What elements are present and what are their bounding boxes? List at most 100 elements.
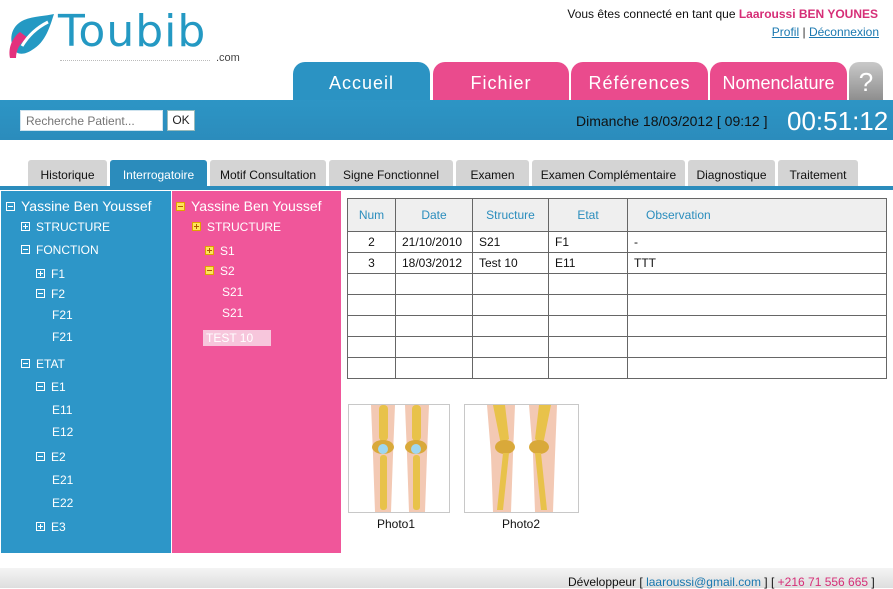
logo-text: Toubib xyxy=(58,6,207,57)
collapse-icon[interactable] xyxy=(36,289,45,299)
col-date[interactable]: Date xyxy=(395,198,473,232)
tree-node-e1[interactable]: E1 xyxy=(36,380,66,394)
tree-leaf-e21[interactable]: E21 xyxy=(52,473,73,487)
col-structure[interactable]: Structure xyxy=(472,198,549,232)
collapse-icon[interactable] xyxy=(36,452,45,462)
tree-panel-structure: Yassine Ben Youssef STRUCTURE S1 S2 S21 … xyxy=(172,191,341,553)
help-button[interactable]: ? xyxy=(849,62,883,100)
cell-observation: - xyxy=(627,231,887,253)
collapse-icon[interactable] xyxy=(6,201,15,211)
connected-prefix: Vous êtes connecté en tant que xyxy=(567,7,736,21)
tree-node-f1[interactable]: F1 xyxy=(36,267,65,281)
sub-tabs-underline xyxy=(0,186,893,190)
cell-num: 3 xyxy=(347,252,396,274)
tab-nomenclature[interactable]: Nomenclature xyxy=(710,62,847,100)
search-ok-button[interactable]: OK xyxy=(167,110,195,131)
cell-etat: E11 xyxy=(548,252,628,274)
expand-icon[interactable] xyxy=(192,222,201,232)
connection-status: Vous êtes connecté en tant que Laaroussi… xyxy=(567,7,878,21)
cell-structure: S21 xyxy=(472,231,549,253)
current-date: Dimanche 18/03/2012 [ 09:12 ] xyxy=(576,113,768,129)
tab-references[interactable]: Références xyxy=(571,62,708,100)
table-row xyxy=(347,336,887,358)
knee-xray-image xyxy=(465,405,578,512)
photo-2-thumbnail[interactable] xyxy=(464,404,579,513)
tree-node-structure[interactable]: STRUCTURE xyxy=(192,220,281,234)
tab-historique[interactable]: Historique xyxy=(28,160,107,186)
account-links: Profil | Déconnexion xyxy=(772,25,879,39)
collapse-icon[interactable] xyxy=(205,266,214,276)
footer-text: Développeur [ laaroussi@gmail.com ] [ +2… xyxy=(568,575,875,589)
logo-leaf-icon xyxy=(9,14,54,58)
tree-leaf-test10-selected[interactable]: TEST 10 xyxy=(203,330,272,346)
collapse-icon[interactable] xyxy=(36,382,45,392)
top-toolbar: OK Dimanche 18/03/2012 [ 09:12 ] 00:51:1… xyxy=(0,100,893,140)
tree-node-s1[interactable]: S1 xyxy=(205,244,235,258)
tab-traitement[interactable]: Traitement xyxy=(778,160,858,186)
clock: 00:51:12 xyxy=(787,106,889,136)
footer: Développeur [ laaroussi@gmail.com ] [ +2… xyxy=(0,568,893,589)
col-num[interactable]: Num xyxy=(347,198,396,232)
profile-link[interactable]: Profil xyxy=(772,25,799,39)
tab-signe-fonctionnel[interactable]: Signe Fonctionnel xyxy=(329,160,453,186)
knee-xray-image xyxy=(349,405,449,512)
tree-root[interactable]: Yassine Ben Youssef xyxy=(6,198,152,214)
toubib-logo[interactable]: Toubib .com xyxy=(6,6,266,66)
tab-examen[interactable]: Examen xyxy=(456,160,529,186)
collapse-icon[interactable] xyxy=(176,201,185,211)
table-row xyxy=(347,294,887,316)
expand-icon[interactable] xyxy=(205,246,214,256)
cell-structure: Test 10 xyxy=(472,252,549,274)
tab-motif-consultation[interactable]: Motif Consultation xyxy=(210,160,326,186)
developer-email-link[interactable]: laaroussi@gmail.com xyxy=(646,575,761,589)
cell-observation: TTT xyxy=(627,252,887,274)
tab-examen-complementaire[interactable]: Examen Complémentaire xyxy=(532,160,685,186)
col-etat[interactable]: Etat xyxy=(548,198,628,232)
col-observation[interactable]: Observation xyxy=(627,198,887,232)
table-row[interactable]: 2 21/10/2010 S21 F1 - xyxy=(347,231,887,253)
tab-accueil[interactable]: Accueil xyxy=(293,62,430,100)
photo-2-caption: Photo2 xyxy=(501,517,541,531)
table-row xyxy=(347,315,887,337)
photo-1-caption: Photo1 xyxy=(376,517,416,531)
tree-leaf-e22[interactable]: E22 xyxy=(52,496,73,510)
cell-num: 2 xyxy=(347,231,396,253)
collapse-icon[interactable] xyxy=(21,359,30,369)
tree-node-etat[interactable]: ETAT xyxy=(21,357,65,371)
tree-node-e2[interactable]: E2 xyxy=(36,450,66,464)
interrogatoire-table: Num Date Structure Etat Observation 2 21… xyxy=(347,198,887,379)
logout-link[interactable]: Déconnexion xyxy=(809,25,879,39)
tree-root[interactable]: Yassine Ben Youssef xyxy=(176,198,322,214)
photo-1-thumbnail[interactable] xyxy=(348,404,450,513)
table-row xyxy=(347,273,887,295)
logo-divider xyxy=(60,60,210,61)
cell-etat: F1 xyxy=(548,231,628,253)
tree-leaf-f21[interactable]: F21 xyxy=(52,308,73,322)
cell-date: 21/10/2010 xyxy=(395,231,473,253)
collapse-icon[interactable] xyxy=(21,245,30,255)
developer-phone: +216 71 556 665 xyxy=(777,575,869,589)
tree-node-structure[interactable]: STRUCTURE xyxy=(21,220,110,234)
expand-icon[interactable] xyxy=(21,222,30,232)
table-row[interactable]: 3 18/03/2012 Test 10 E11 TTT xyxy=(347,252,887,274)
tab-diagnostique[interactable]: Diagnostique xyxy=(688,160,775,186)
user-name: Laaroussi BEN YOUNES xyxy=(738,7,878,21)
tab-interrogatoire[interactable]: Interrogatoire xyxy=(110,160,207,186)
tree-node-f2[interactable]: F2 xyxy=(36,287,65,301)
tree-leaf-e12[interactable]: E12 xyxy=(52,425,73,439)
tree-leaf-f21[interactable]: F21 xyxy=(52,330,73,344)
expand-icon[interactable] xyxy=(36,269,45,279)
tree-leaf-s21[interactable]: S21 xyxy=(222,306,243,320)
logo-domain: .com xyxy=(216,52,240,64)
patient-search-input[interactable] xyxy=(20,110,163,131)
tree-leaf-e11[interactable]: E11 xyxy=(52,403,72,417)
table-row xyxy=(347,357,887,379)
tree-node-fonction[interactable]: FONCTION xyxy=(21,243,99,257)
tree-node-e3[interactable]: E3 xyxy=(36,520,66,534)
expand-icon[interactable] xyxy=(36,522,45,532)
tree-node-s2[interactable]: S2 xyxy=(205,264,235,278)
tree-leaf-s21[interactable]: S21 xyxy=(222,285,243,299)
tab-fichier[interactable]: Fichier xyxy=(433,62,569,100)
tree-panel-fonction: Yassine Ben Youssef STRUCTURE FONCTION F… xyxy=(1,191,171,553)
table-header-row: Num Date Structure Etat Observation xyxy=(347,198,887,232)
